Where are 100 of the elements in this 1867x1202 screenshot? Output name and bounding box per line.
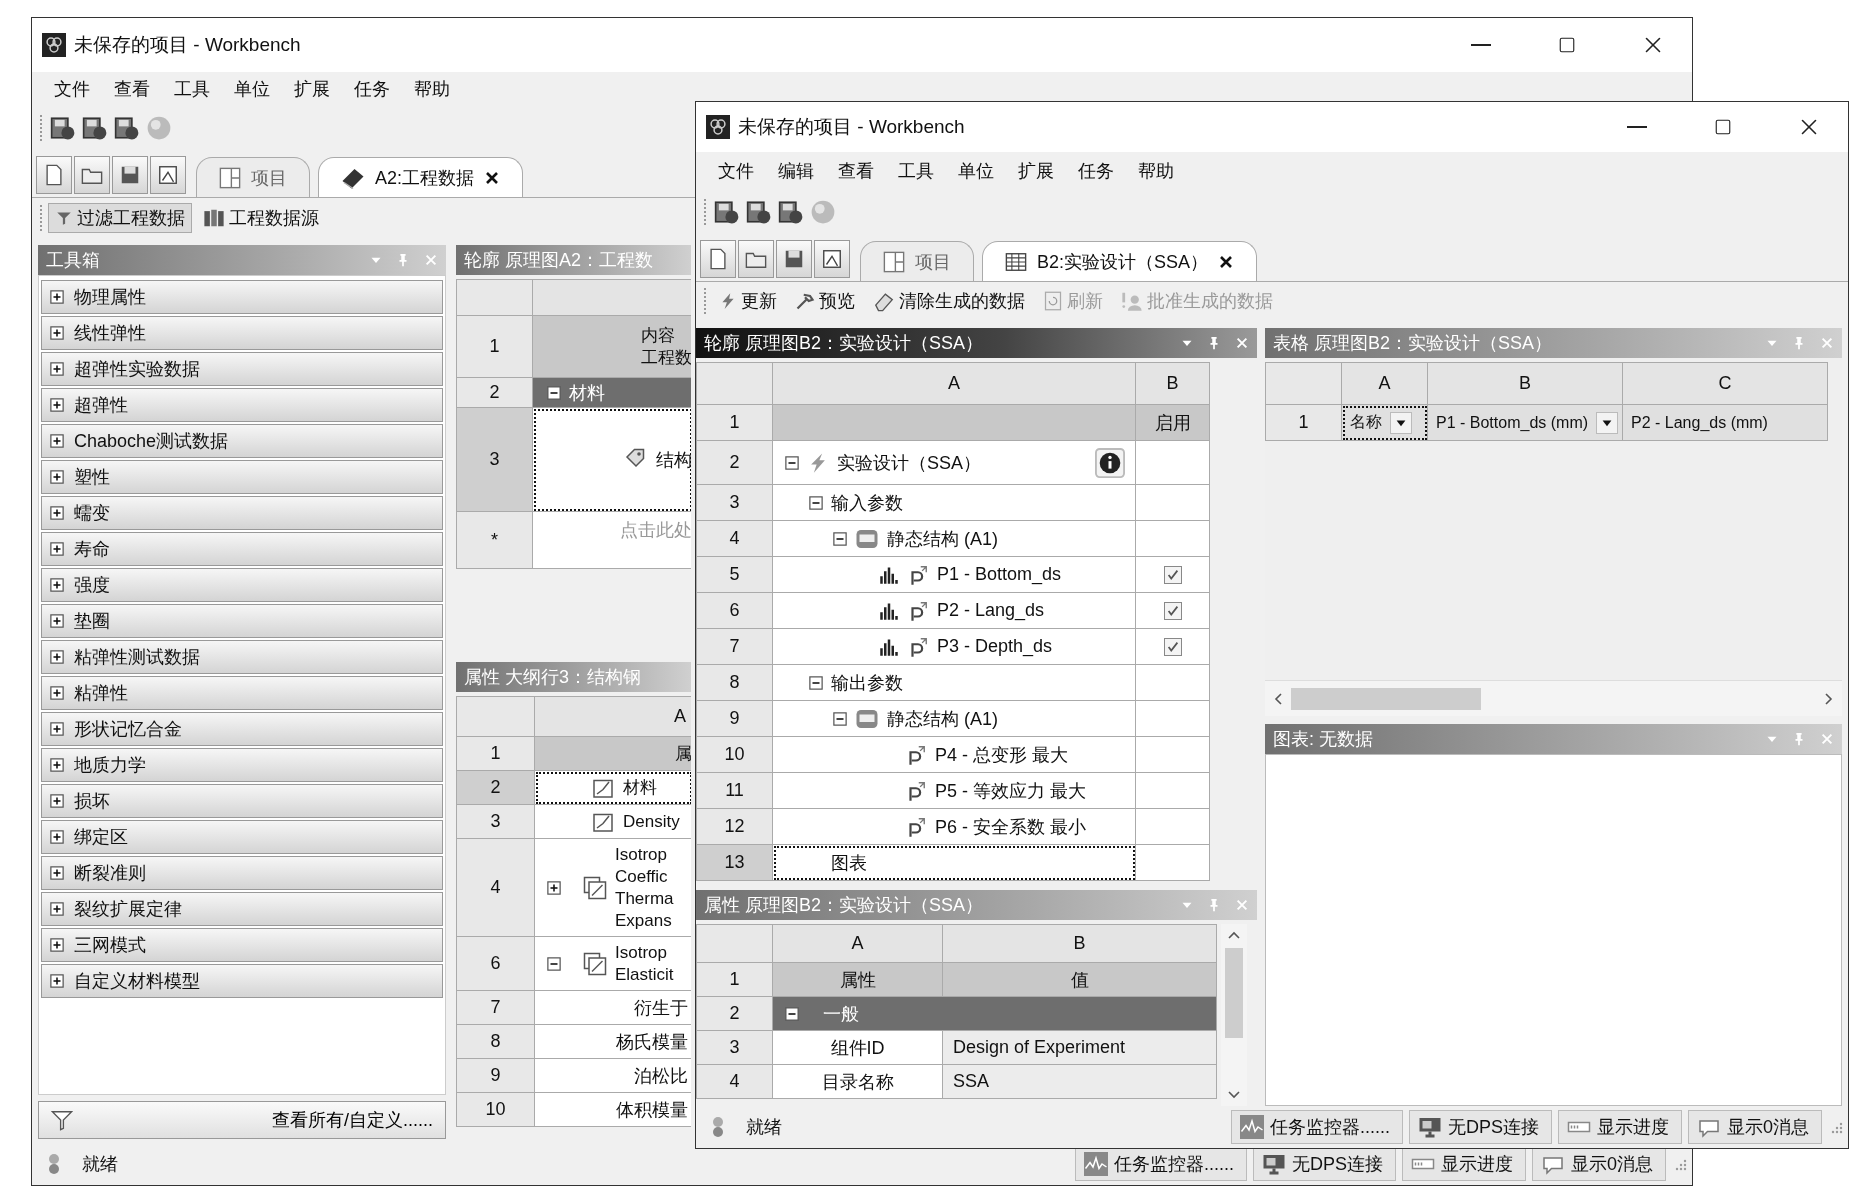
outline-cell[interactable]: 图表 <box>773 845 1136 881</box>
toolbar-grip[interactable] <box>40 205 44 231</box>
expand-icon[interactable] <box>50 578 64 592</box>
outline-cell[interactable]: P3 - Depth_ds <box>773 629 1136 665</box>
info-icon[interactable] <box>1095 447 1125 478</box>
open-button[interactable] <box>74 156 110 194</box>
expand-icon[interactable] <box>50 686 64 700</box>
view-all-button[interactable]: 查看所有/自定义...... <box>38 1101 446 1139</box>
menu-item[interactable]: 工具 <box>162 77 222 101</box>
new-button[interactable] <box>36 156 72 194</box>
menu-item[interactable]: 扩展 <box>1006 159 1066 183</box>
expand-icon[interactable] <box>50 290 64 304</box>
toolbox-category[interactable]: 三网模式 <box>41 928 443 962</box>
menu-item[interactable]: 单位 <box>222 77 282 101</box>
expand-icon[interactable] <box>50 794 64 808</box>
column-header[interactable]: A <box>773 925 943 963</box>
outline-cell[interactable]: 输出参数 <box>773 665 1136 701</box>
expand-icon[interactable] <box>50 398 64 412</box>
outline-cell[interactable]: 静态结构 (A1) <box>773 701 1136 737</box>
expand-icon[interactable] <box>50 902 64 916</box>
close-icon[interactable] <box>1218 253 1235 270</box>
status-button[interactable]: 显示进度 <box>1402 1147 1526 1181</box>
expand-icon[interactable] <box>50 326 64 340</box>
column-header[interactable]: B <box>1428 363 1623 405</box>
menu-item[interactable]: 任务 <box>342 77 402 101</box>
toolbox-category[interactable]: 超弹性实验数据 <box>41 352 443 386</box>
menu-item[interactable]: 文件 <box>706 159 766 183</box>
expand-icon[interactable] <box>50 722 64 736</box>
expand-icon[interactable] <box>50 614 64 628</box>
toolbox-category[interactable]: 形状记忆合金 <box>41 712 443 746</box>
toolbox-category[interactable]: 地质力学 <box>41 748 443 782</box>
expand-icon[interactable] <box>50 650 64 664</box>
menu-item[interactable]: 任务 <box>1066 159 1126 183</box>
property-cell[interactable]: Isotrop Elasticit <box>535 937 691 991</box>
floppy-icon[interactable] <box>778 199 804 225</box>
checkbox[interactable] <box>1163 565 1182 584</box>
expand-icon[interactable] <box>50 938 64 952</box>
menu-item[interactable]: 编辑 <box>766 159 826 183</box>
status-button[interactable]: 显示进度 <box>1558 1110 1682 1144</box>
dropdown-button[interactable] <box>1390 411 1412 434</box>
menu-item[interactable]: 扩展 <box>282 77 342 101</box>
outline-cell[interactable]: P5 - 等效应力 最大 <box>773 773 1136 809</box>
toolbox-category[interactable]: 绑定区 <box>41 820 443 854</box>
toolbox-category[interactable]: 垫圈 <box>41 604 443 638</box>
toolbox-category[interactable]: 线性弹性 <box>41 316 443 350</box>
toolbox-category[interactable]: 物理属性 <box>41 280 443 314</box>
toolbox-category[interactable]: 蠕变 <box>41 496 443 530</box>
toolbox-category[interactable]: 粘弹性测试数据 <box>41 640 443 674</box>
collapse-icon[interactable] <box>547 385 561 400</box>
close-icon[interactable] <box>484 169 501 186</box>
collapse-icon[interactable] <box>809 495 823 510</box>
column-header[interactable]: B <box>1136 363 1210 405</box>
toolbar-button[interactable]: 过滤工程数据 <box>48 203 192 233</box>
new-button[interactable] <box>700 240 736 278</box>
dropdown-button[interactable] <box>1596 411 1619 434</box>
scroll-thumb[interactable] <box>1291 687 1481 710</box>
collapse-icon[interactable] <box>809 675 823 690</box>
floppy-icon[interactable] <box>114 115 140 141</box>
export-button[interactable] <box>814 240 850 278</box>
tab[interactable]: 项目 <box>860 241 974 281</box>
expand-icon[interactable] <box>50 974 64 988</box>
toolbar-button[interactable]: 清除生成的数据 <box>866 286 1032 316</box>
save-button[interactable] <box>112 156 148 194</box>
column-header[interactable]: B <box>943 925 1217 963</box>
toolbar-grip[interactable] <box>40 115 44 141</box>
export-button[interactable] <box>150 156 186 194</box>
toolbar-grip[interactable] <box>704 288 708 314</box>
expand-icon[interactable] <box>50 866 64 880</box>
menu-item[interactable]: 单位 <box>946 159 1006 183</box>
expand-icon[interactable] <box>50 506 64 520</box>
outline-cell[interactable]: P2 - Lang_ds <box>773 593 1136 629</box>
floppy-icon[interactable] <box>746 199 772 225</box>
expand-icon[interactable] <box>50 362 64 376</box>
menu-item[interactable]: 帮助 <box>1126 159 1186 183</box>
menu-item[interactable]: 帮助 <box>402 77 462 101</box>
toolbox-category[interactable]: 裂纹扩展定律 <box>41 892 443 926</box>
expand-icon[interactable] <box>547 880 561 895</box>
status-button[interactable]: 显示0消息 <box>1688 1110 1822 1144</box>
menu-item[interactable]: 查看 <box>102 77 162 101</box>
save-button[interactable] <box>776 240 812 278</box>
tab[interactable]: 项目 <box>196 157 310 197</box>
toolbox-category[interactable]: 自定义材料模型 <box>41 964 443 998</box>
status-button[interactable]: 任务监控器...... <box>1074 1147 1247 1181</box>
collapse-icon[interactable] <box>785 1006 799 1021</box>
group-row[interactable]: 一般 <box>773 997 1217 1031</box>
toolbar-button[interactable]: 预览 <box>788 286 862 316</box>
toolbox-category[interactable]: 寿命 <box>41 532 443 566</box>
toolbox-category[interactable]: 损坏 <box>41 784 443 818</box>
column-header[interactable]: A <box>1342 363 1428 405</box>
toolbar-button[interactable]: 更新 <box>712 286 784 316</box>
toolbox-category[interactable]: 粘弹性 <box>41 676 443 710</box>
outline-cell[interactable]: 输入参数 <box>773 485 1136 521</box>
menu-item[interactable]: 查看 <box>826 159 886 183</box>
property-cell[interactable]: Density <box>535 805 691 839</box>
outline-cell[interactable]: P4 - 总变形 最大 <box>773 737 1136 773</box>
collapse-icon[interactable] <box>833 531 847 546</box>
column-header[interactable]: A <box>773 363 1136 405</box>
table-header-cell[interactable]: P1 - Bottom_ds (mm) <box>1428 405 1623 441</box>
status-button[interactable]: 无DPS连接 <box>1252 1147 1396 1181</box>
toolbar-grip[interactable] <box>704 199 708 225</box>
